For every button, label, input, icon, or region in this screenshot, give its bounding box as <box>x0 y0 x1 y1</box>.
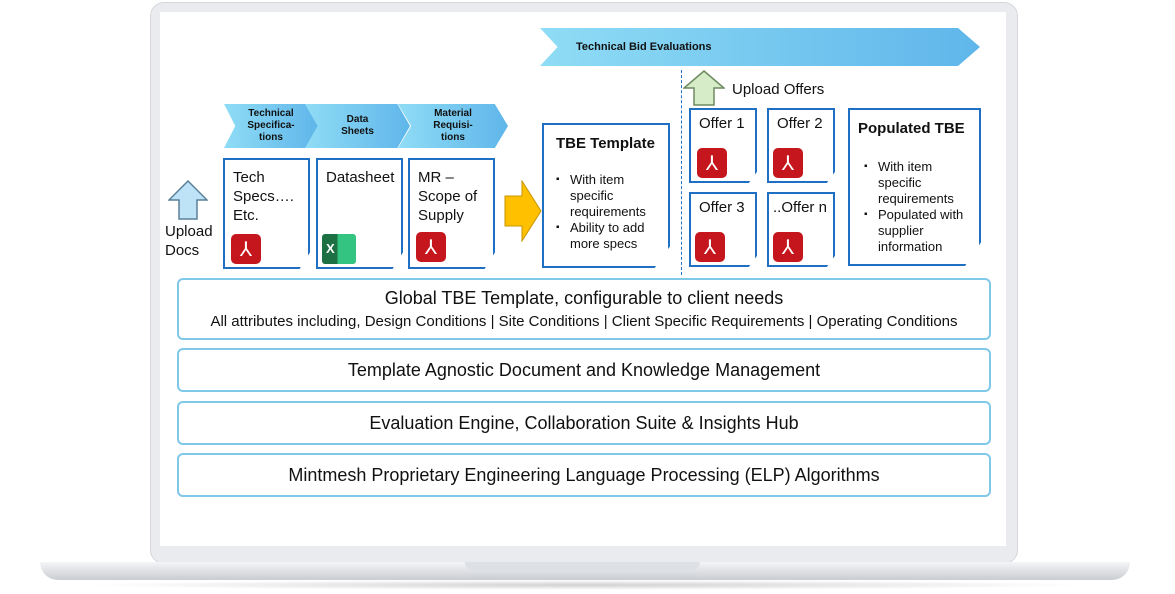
pdf-icon: ⅄ <box>416 232 446 262</box>
offer-card: ..Offer n ⅄ <box>767 192 835 267</box>
layer-elp-algorithms: Mintmesh Proprietary Engineering Languag… <box>177 453 991 497</box>
pdf-icon: ⅄ <box>695 232 725 262</box>
upload-offers-arrow-icon <box>683 70 725 106</box>
offer-card: Offer 3 ⅄ <box>689 192 757 267</box>
laptop-notch <box>465 562 700 571</box>
layer-document-management: Template Agnostic Document and Knowledge… <box>177 348 991 392</box>
pdf-icon: ⅄ <box>773 232 803 262</box>
layer-evaluation-engine: Evaluation Engine, Collaboration Suite &… <box>177 401 991 445</box>
tbe-banner: Technical Bid Evaluations <box>540 28 980 66</box>
doc-datasheet: Datasheet X <box>316 158 403 269</box>
stage-data-sheets: Data Sheets <box>305 104 410 148</box>
layer-global-tbe-template: Global TBE Template, configurable to cli… <box>177 278 991 340</box>
doc-tech-specs: Tech Specs…. Etc. ⅄ <box>223 158 310 269</box>
stage-material-requisitions: Material Requisi-tions <box>398 104 508 148</box>
tbe-template-title: TBE Template <box>556 135 655 152</box>
tbe-template-card: TBE TemplateWith item specific requireme… <box>542 123 670 268</box>
process-arrow-icon <box>504 180 542 242</box>
pdf-icon: ⅄ <box>231 234 261 264</box>
pdf-icon: ⅄ <box>697 148 727 178</box>
pdf-icon: ⅄ <box>773 148 803 178</box>
upload-offers-label: Upload Offers <box>732 81 825 98</box>
doc-mr-scope: MR – Scope of Supply ⅄ <box>408 158 495 269</box>
laptop-shadow <box>80 580 1090 590</box>
upload-docs-label: Upload Docs <box>165 223 213 259</box>
offer-card: Offer 1 ⅄ <box>689 108 757 183</box>
populated-tbe-title: Populated TBE <box>858 120 965 137</box>
upload-arrow-icon <box>168 180 208 220</box>
offer-card: Offer 2 ⅄ <box>767 108 835 183</box>
excel-icon: X <box>322 234 356 264</box>
divider <box>681 70 682 275</box>
populated-tbe-card: Populated TBEWith item specific requirem… <box>848 108 981 266</box>
stage-technical-specs: Technical Specifica-tions <box>224 104 318 148</box>
banner-title: Technical Bid Evaluations <box>576 41 712 53</box>
